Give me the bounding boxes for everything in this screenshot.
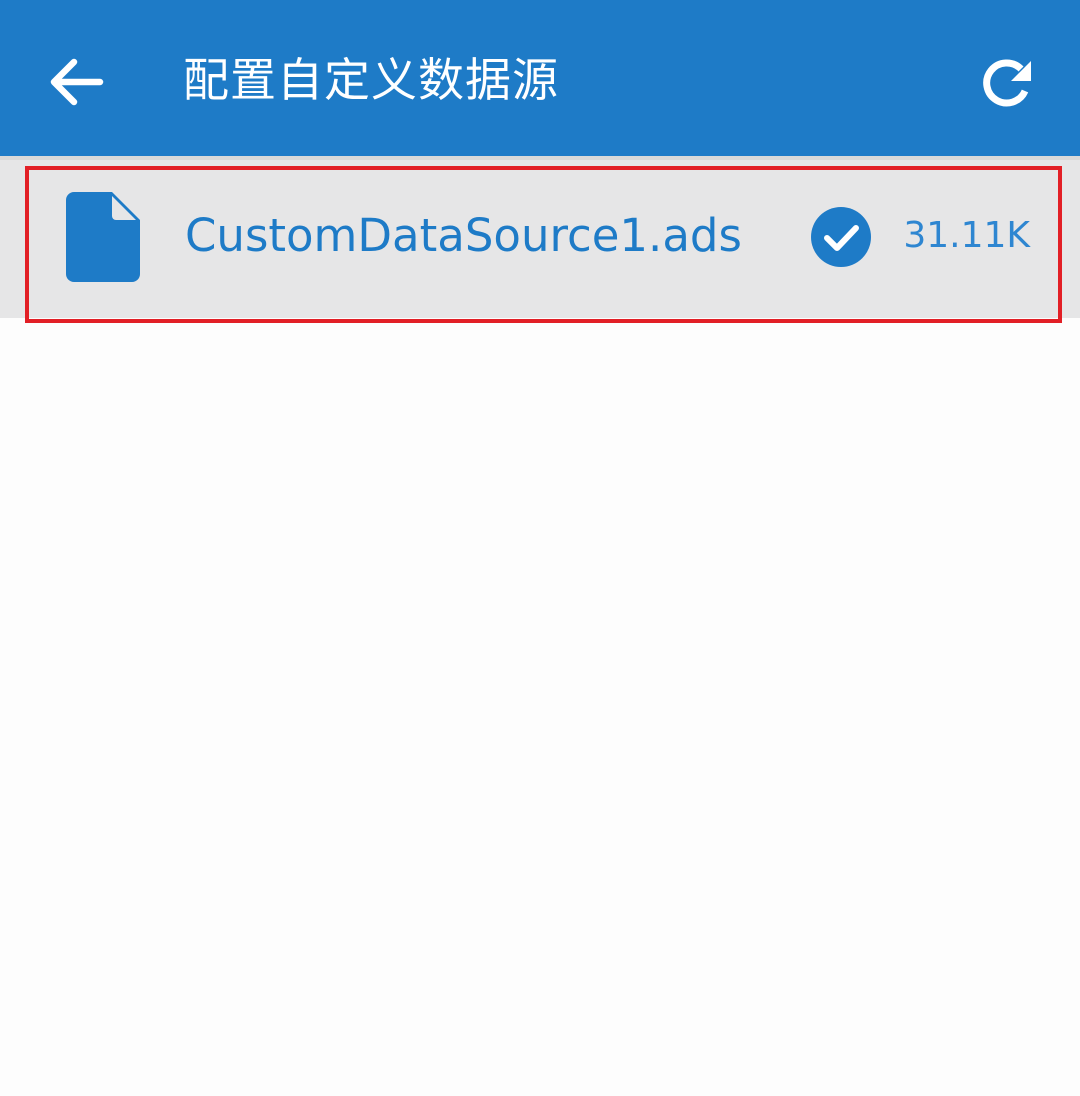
page-title: 配置自定义数据源	[183, 53, 559, 107]
app-screen: 配置自定义数据源 CustomDataSource1.ads 31.11K	[0, 0, 1080, 1096]
refresh-button[interactable]	[968, 46, 1044, 122]
refresh-icon	[983, 59, 1031, 107]
file-name: CustomDataSource1.ads	[185, 209, 742, 262]
file-icon	[66, 192, 140, 282]
file-size: 31.11K	[903, 215, 1030, 256]
app-bar: 配置自定义数据源	[0, 0, 1080, 156]
back-button[interactable]	[40, 44, 112, 120]
arrow-left-icon	[50, 58, 104, 106]
check-circle-icon	[811, 207, 871, 267]
